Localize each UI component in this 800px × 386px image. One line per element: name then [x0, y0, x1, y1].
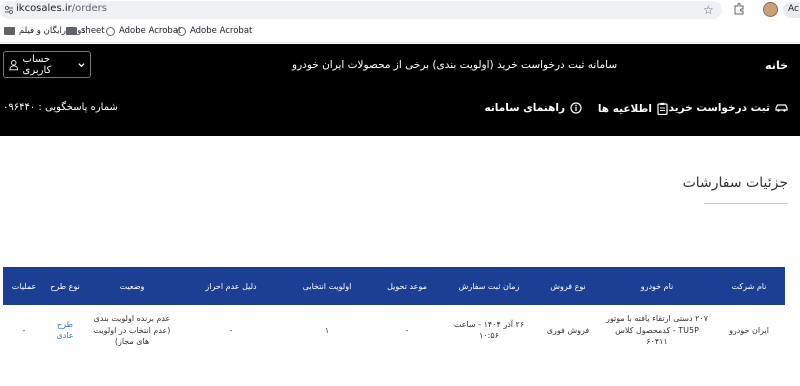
bookmark-star-icon[interactable]: ☆ — [703, 3, 714, 17]
user-account-label: حساب کاربری — [22, 53, 52, 76]
site-title: سامانه ثبت درخواست خرید (اولویت بندی) بر… — [292, 59, 618, 71]
info-icon — [570, 102, 582, 114]
site-header: خانه سامانه ثبت درخواست خرید (اولویت بند… — [0, 44, 800, 136]
column-header: دلیل عدم احراز — [205, 281, 257, 291]
bookmark-adobe-acrobat-1[interactable]: Adobe Acrobat — [106, 26, 181, 36]
page-title: جزئیات سفارشات — [682, 175, 788, 191]
column-header: وضعیت — [119, 281, 145, 291]
globe-icon — [106, 26, 115, 36]
table-header-row: نام شرکت نام خودرو نوع فروش زمان ثبت سفا… — [3, 267, 785, 305]
cell-delivery-date: - — [405, 325, 409, 335]
heading-divider — [704, 203, 788, 204]
cell-sale-type: فروش فوری — [546, 325, 590, 335]
bookmark-folder-sheet[interactable]: sheet — [66, 26, 105, 36]
cell-plan-type[interactable]: طرح عادی — [45, 305, 85, 352]
column-header: زمان ثبت سفارش — [458, 281, 520, 291]
cell-priority: ۱ — [324, 325, 330, 335]
home-link[interactable]: خانه — [765, 59, 788, 72]
globe-icon — [177, 26, 186, 36]
bookmark-adobe-acrobat-2[interactable]: Adobe Acrobat — [177, 26, 252, 36]
clipboard-icon — [657, 102, 668, 115]
car-icon — [775, 104, 788, 112]
orders-table-container: نام شرکت نام خودرو نوع فروش زمان ثبت سفا… — [3, 267, 785, 352]
cell-order-time: ۲۶ آذر ۱۴۰۴ - ساعت ۱۰:۵۶ — [453, 319, 525, 341]
url-host: ikcosales.ir — [16, 3, 72, 14]
url-text: ikcosales.ir/orders — [16, 3, 107, 14]
nav-register-purchase[interactable]: ثبت درخواست خرید — [669, 102, 788, 114]
column-header: اولویت انتخابی — [302, 281, 352, 291]
chevron-down-icon — [78, 62, 85, 67]
cell-status: عدم برنده اولویت بندی (عدم انتخاب در اول… — [93, 314, 171, 347]
cell-rejection-reason: - — [229, 325, 233, 335]
profile-avatar-icon[interactable] — [763, 2, 778, 17]
table-row: ایران خودرو ۲۰۷ دستی ارتقاء یافته با موت… — [3, 305, 785, 352]
cell-company: ایران خودرو — [729, 325, 769, 335]
support-phone: شماره پاسخگویی : ۰۹۶۴۴۰ — [3, 102, 118, 113]
cell-car-name: ۲۰۷ دستی ارتقاء یافته با موتور TU5P - کد… — [605, 314, 708, 347]
nav-announcements-label: اطلاعیه ها — [597, 102, 652, 115]
address-bar[interactable]: ikcosales.ir/orders — [0, 1, 722, 19]
bookmark-label: sheet — [81, 26, 105, 36]
profile-chip[interactable]: Ac — [783, 2, 800, 18]
folder-icon — [4, 27, 15, 35]
extensions-icon[interactable] — [733, 3, 745, 15]
nav-system-guide[interactable]: راهنمای سامانه — [485, 102, 583, 114]
nav-announcements[interactable]: اطلاعیه ها — [598, 102, 668, 115]
column-header: نام شرکت — [731, 281, 767, 291]
column-header: نام خودرو — [640, 281, 674, 291]
orders-table: نام شرکت نام خودرو نوع فروش زمان ثبت سفا… — [3, 267, 785, 352]
folder-icon — [66, 27, 77, 35]
bookmarks-bar: دوره رایگان و فیلم sheet Adobe Acrobat A… — [0, 20, 800, 43]
nav-guide-label: راهنمای سامانه — [484, 102, 566, 114]
nav-register-label: ثبت درخواست خرید — [668, 102, 770, 114]
site-info-icon[interactable] — [4, 5, 14, 15]
bookmark-label: Adobe Acrobat — [119, 26, 182, 36]
user-account-button[interactable]: حساب کاربری — [3, 51, 91, 78]
column-header: نوع طرح — [50, 281, 80, 291]
browser-toolbar: ikcosales.ir/orders ☆ Ac — [0, 0, 800, 20]
column-header: موعد تحویل — [387, 281, 427, 291]
user-icon — [9, 59, 19, 70]
column-header: عملیات — [11, 281, 37, 291]
cell-actions: - — [22, 325, 26, 335]
bookmark-label: Adobe Acrobat — [190, 26, 253, 36]
column-header: نوع فروش — [550, 281, 586, 291]
url-path: /orders — [71, 3, 107, 14]
